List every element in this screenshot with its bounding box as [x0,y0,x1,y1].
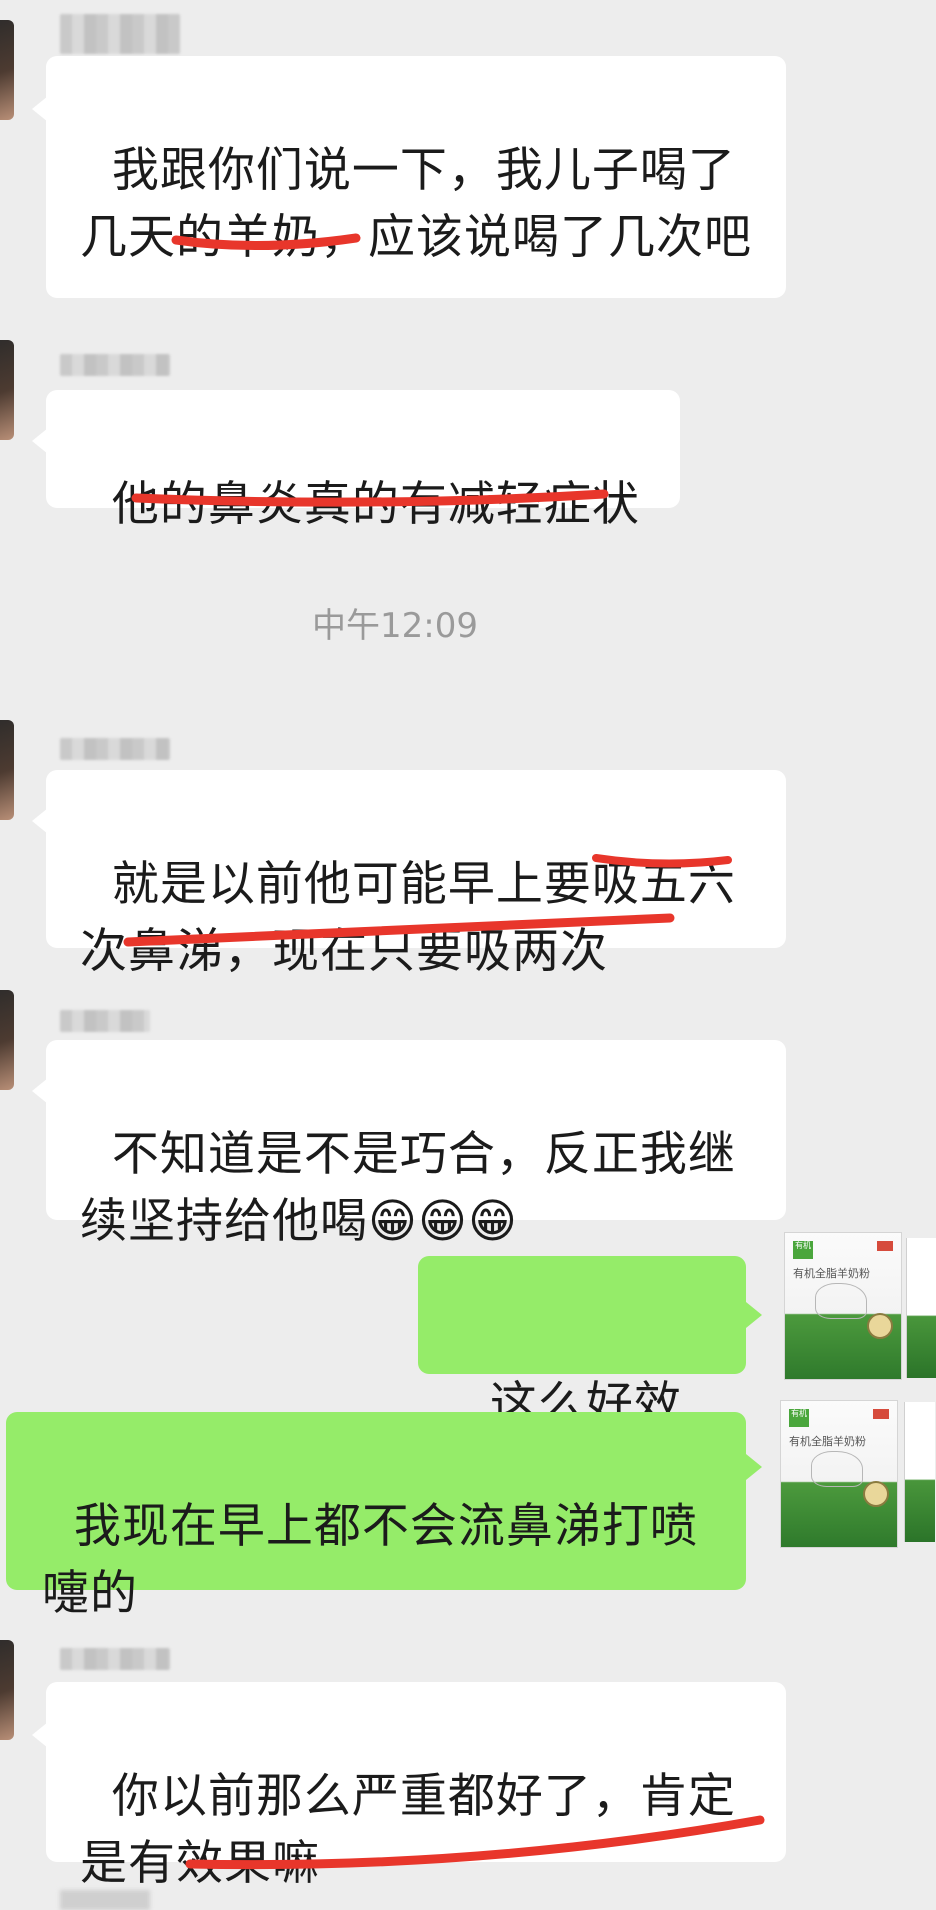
product-title: 有机全脂羊奶粉 [789,1435,866,1448]
message-bubble-incoming[interactable]: 就是以前他可能早上要吸五六次鼻涕，现在只要吸两次 [46,770,786,979]
product-avatar-image[interactable]: 有机 有机全脂羊奶粉 [784,1232,902,1380]
goat-icon [811,1451,863,1487]
message-bubble-incoming[interactable]: 我跟你们说一下，我儿子喝了几天的羊奶，应该说喝了几次吧 [46,56,786,298]
product-box-edge [906,1238,936,1378]
avatar[interactable] [0,1640,14,1740]
message-bubble-incoming[interactable]: 不知道是不是巧合，反正我继续坚持给他喝😁😁😁 [46,1040,786,1249]
sender-name-blurred [60,1648,170,1670]
sender-name-blurred [60,738,170,760]
message-bubble-outgoing[interactable]: 这么好效果 [418,1256,746,1522]
product-title: 有机全脂羊奶粉 [793,1267,870,1280]
product-avatar-image[interactable]: 有机 有机全脂羊奶粉 [780,1400,898,1548]
message-text: 我现在早上都不会流鼻涕打喷嚏的 [42,1499,698,1621]
sender-name-blurred [60,1010,150,1032]
message-bubble-outgoing[interactable]: 我现在早上都不会流鼻涕打喷嚏的 [6,1412,746,1621]
sender-name-blurred [60,354,170,376]
goat-icon [815,1283,867,1319]
red-stamp-icon [877,1241,893,1251]
message-text: 他的鼻炎真的有减轻症状 [111,477,640,532]
product-box-edge [904,1402,935,1542]
message-text: 我跟你们说一下，我儿子喝了几天的羊奶，应该说喝了几次吧 [80,143,752,265]
message-bubble-incoming[interactable]: 他的鼻炎真的有减轻症状 [46,390,680,532]
message-text: 就是以前他可能早上要吸五六次鼻涕，现在只要吸两次 [80,857,736,979]
bubble-tail [746,1302,762,1328]
avatar[interactable] [0,720,14,820]
message-bubble-incoming[interactable]: 你以前那么严重都好了，肯定是有效果嘛 [46,1682,786,1891]
message-text: 不知道是不是巧合，反正我继续坚持给他喝😁😁😁 [80,1127,736,1249]
organic-seal-icon [867,1313,893,1339]
avatar[interactable] [0,340,14,440]
bubble-tail [746,1454,762,1480]
chat-timestamp: 中午12:09 [312,606,478,646]
brand-badge: 有机 [793,1241,813,1259]
message-text: 你以前那么严重都好了，肯定是有效果嘛 [80,1769,736,1891]
brand-badge: 有机 [789,1409,809,1427]
organic-seal-icon [863,1481,889,1507]
red-stamp-icon [873,1409,889,1419]
sender-name-blurred [60,1890,150,1910]
avatar[interactable] [0,20,14,120]
avatar[interactable] [0,990,14,1090]
sender-name-blurred [60,14,180,54]
